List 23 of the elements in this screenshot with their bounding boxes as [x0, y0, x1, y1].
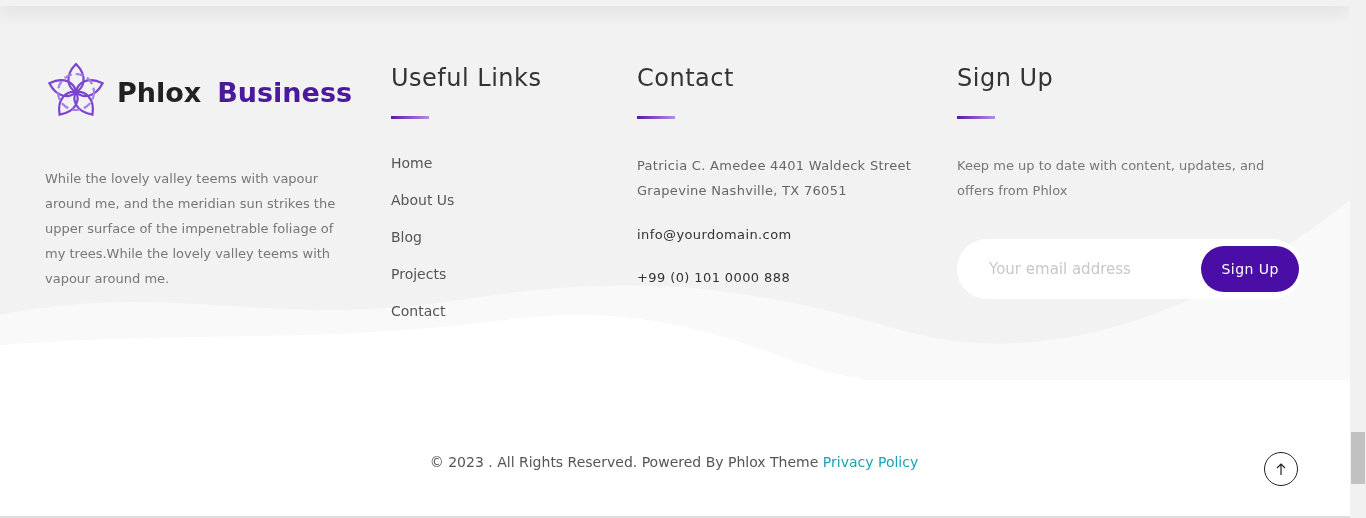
- phone-text: +99 (0) 101 0000 888: [637, 270, 792, 285]
- about-text: While the lovely valley teems with vapour around me, and the meridian sun strikes the upper surface of the impenetrable foliage of my trees.While the lovely valley teems with vapour around me.: [45, 170, 337, 288]
- scroll-to-top-button[interactable]: [1264, 452, 1298, 486]
- copyright-text: © 2023 . All Rights Reserved. Powered By Phlox Theme Privacy Policy: [429, 453, 919, 472]
- sign-up-button[interactable]: Sign Up: [1201, 246, 1299, 292]
- address-text: Patricia C. Amedee 4401 Waldeck Street Grapevine Nashville, TX 76051: [637, 157, 913, 200]
- heading-underline: [637, 116, 675, 119]
- footer-link[interactable]: Contact: [391, 303, 446, 319]
- heading-underline: [391, 116, 429, 119]
- footer-link[interactable]: Blog: [391, 229, 422, 245]
- scrollbar[interactable]: [1350, 0, 1366, 518]
- footer-link[interactable]: About Us: [391, 192, 455, 208]
- up-arrow-icon: [1276, 462, 1286, 476]
- heading-underline: [957, 116, 995, 119]
- column-heading: Useful Links: [391, 63, 543, 92]
- footer-link[interactable]: Projects: [391, 266, 447, 282]
- column-heading: Contact: [637, 63, 735, 92]
- email-text: info@yourdomain.com: [637, 227, 793, 242]
- column-heading: Sign Up: [957, 63, 1055, 92]
- brand-name: Phlox: [117, 76, 202, 108]
- brand-accent: Business: [217, 76, 353, 108]
- signup-text: Keep me up to date with content, updates, and offers from Phlox: [957, 157, 1266, 200]
- footer-link[interactable]: Home: [391, 155, 433, 171]
